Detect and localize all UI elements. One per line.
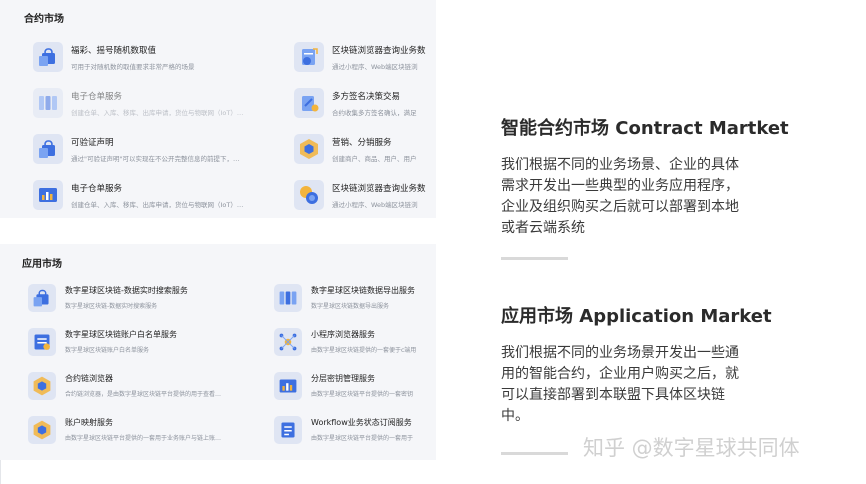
watermark: 知乎 @数字星球共同体 (583, 436, 800, 460)
item-name: 可验证声明 (71, 138, 114, 148)
item-name: 福彩、摇号随机数取值 (71, 46, 157, 56)
divider-rule (501, 452, 568, 455)
item-desc: 合约链浏览器，是由数字星球区块链平台提供的用于查看… (65, 391, 222, 398)
app-item[interactable]: 小程序浏览器服务 由数字星球区块链提供的一套便于c端用 (274, 328, 436, 364)
item-desc: 通过小程序、Web端区块链浏 (332, 63, 418, 71)
app-item[interactable]: 数字星球区块链-数据实时搜索服务 数字星球区块链-数据实时搜索服务 (28, 284, 268, 320)
item-desc: 数字星球区块链数据导出服务 (311, 303, 390, 310)
contract-item[interactable]: 电子仓单服务 创建仓单、入库、移库、出库申请，货位与物联网（IoT）… (33, 88, 283, 124)
item-desc: 由数字星球区块链平台提供的一套用于业务账户与链上账… (65, 435, 222, 442)
item-desc: 数字星球区块链-数据实时搜索服务 (65, 303, 158, 310)
paragraph-application-market: 我们根据不同的业务场景开发出一些通用的智能合约，企业用户购买之后，就可以直接部署… (501, 345, 739, 424)
contract-market-panel: 合约市场 福彩、摇号随机数取值 可用于对随机数的取值要求非常严格的场景 区块链浏… (0, 0, 436, 218)
item-name: 区块链浏览器查询业务数 (332, 46, 426, 56)
item-name: 数字星球区块链数据导出服务 (311, 286, 415, 295)
contract-item[interactable]: 可验证声明 通过"可验证声明"可以实现在不公开完整信息的前提下，… (33, 134, 283, 170)
item-desc: 可用于对随机数的取值要求非常严格的场景 (71, 63, 195, 71)
contract-item[interactable]: 区块链浏览器查询业务数 通过小程序、Web端区块链浏 (294, 42, 436, 78)
item-name: Workflow业务状态订阅服务 (311, 418, 412, 427)
list-card-icon (28, 328, 56, 356)
app-market-title: 应用市场 (22, 259, 62, 270)
item-desc: 创建仓单、入库、移库、出库申请，货位与物联网（IoT）… (71, 109, 244, 117)
document-check-icon (294, 42, 324, 72)
item-desc: 数字星球区块链账户白名单服务 (65, 347, 150, 354)
item-name: 数字星球区块链-数据实时搜索服务 (65, 286, 188, 295)
item-desc: 由数字星球区块链平台提供的一套用于 (311, 435, 414, 442)
item-name: 电子仓单服务 (71, 92, 123, 102)
item-desc: 创建商户、商品、用户、用户 (332, 155, 417, 163)
lock-bag-icon (33, 134, 63, 164)
contract-item[interactable]: 区块链浏览器查询业务数 通过小程序、Web端区块链浏 (294, 180, 436, 216)
document-icon (274, 416, 302, 444)
network-icon (274, 328, 302, 356)
item-name: 账户映射服务 (65, 418, 113, 427)
app-item[interactable]: 账户映射服务 由数字星球区块链平台提供的一套用于业务账户与链上账… (28, 416, 268, 452)
item-name: 分层密钥管理服务 (311, 374, 375, 383)
item-desc: 合约收集多方签名确认，满足 (332, 109, 417, 117)
chart-card-icon (33, 180, 63, 210)
signature-icon (294, 88, 324, 118)
item-desc: 由数字星球区块链提供的一套便于c端用 (311, 347, 417, 354)
chart-card-icon (274, 372, 302, 400)
heading-application-market: 应用市场 Application Market (501, 306, 772, 327)
item-desc: 创建仓单、入库、移库、出库申请，货位与物联网（IoT）… (71, 201, 244, 209)
paragraph-contract-market: 我们根据不同的业务场景、企业的具体需求开发出一些典型的业务应用程序，企业及组织购… (501, 157, 739, 236)
lock-bag-icon (33, 42, 63, 72)
lock-bag-icon (28, 284, 56, 312)
item-name: 营销、分销服务 (332, 138, 392, 148)
item-desc: 由数字星球区块链平台提供的一套密钥 (311, 391, 414, 398)
app-item[interactable]: Workflow业务状态订阅服务 由数字星球区块链平台提供的一套用于 (274, 416, 436, 452)
blocks-icon (274, 284, 302, 312)
app-market-panel: 应用市场 数字星球区块链-数据实时搜索服务 数字星球区块链-数据实时搜索服务 数… (0, 244, 436, 460)
coins-icon (294, 180, 324, 210)
hex-network-icon (28, 372, 56, 400)
divider-line (0, 460, 1, 484)
hex-network-icon (28, 416, 56, 444)
contract-item[interactable]: 多方签名决策交易 合约收集多方签名确认，满足 (294, 88, 436, 124)
contract-item[interactable]: 电子仓单服务 创建仓单、入库、移库、出库申请，货位与物联网（IoT）… (33, 180, 283, 216)
blocks-icon (33, 88, 63, 118)
item-name: 区块链浏览器查询业务数 (332, 184, 426, 194)
contract-item[interactable]: 福彩、摇号随机数取值 可用于对随机数的取值要求非常严格的场景 (33, 42, 283, 78)
contract-item[interactable]: 营销、分销服务 创建商户、商品、用户、用户 (294, 134, 436, 170)
item-name: 电子仓单服务 (71, 184, 123, 194)
item-name: 数字星球区块链账户白名单服务 (65, 330, 177, 339)
app-item[interactable]: 分层密钥管理服务 由数字星球区块链平台提供的一套密钥 (274, 372, 436, 408)
divider-rule (501, 257, 568, 260)
hex-network-icon (294, 134, 324, 164)
item-name: 多方签名决策交易 (332, 92, 401, 102)
item-desc: 通过小程序、Web端区块链浏 (332, 201, 418, 209)
contract-market-title: 合约市场 (24, 14, 64, 25)
item-name: 合约链浏览器 (65, 374, 113, 383)
app-item[interactable]: 数字星球区块链数据导出服务 数字星球区块链数据导出服务 (274, 284, 436, 320)
app-item[interactable]: 数字星球区块链账户白名单服务 数字星球区块链账户白名单服务 (28, 328, 268, 364)
heading-contract-market: 智能合约市场 Contract Martket (501, 118, 789, 139)
app-item[interactable]: 合约链浏览器 合约链浏览器，是由数字星球区块链平台提供的用于查看… (28, 372, 268, 408)
item-desc: 通过"可验证声明"可以实现在不公开完整信息的前提下，… (71, 155, 240, 163)
item-name: 小程序浏览器服务 (311, 330, 375, 339)
